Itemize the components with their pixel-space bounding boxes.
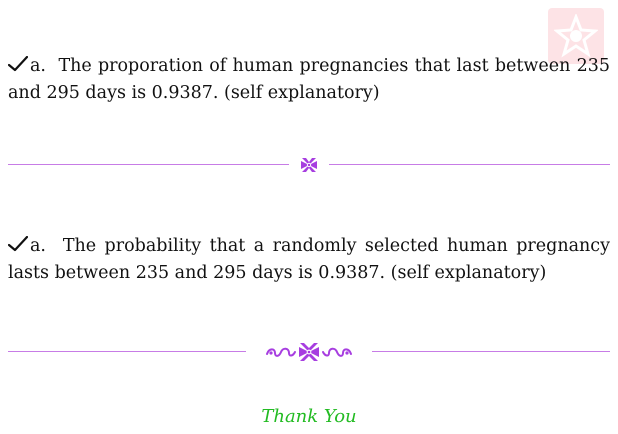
floral-ornament-icon — [301, 158, 317, 172]
answer-paragraph-1: a. The proporation of human pregnancies … — [8, 53, 610, 107]
checkmark-icon — [8, 236, 28, 252]
section-divider — [8, 153, 610, 177]
closing-divider — [8, 340, 610, 364]
answer-paragraph-2: a. The probability that a randomly selec… — [8, 233, 610, 287]
answer-text: The probability that a randomly selected… — [8, 236, 610, 283]
answer-label: a. — [30, 236, 46, 256]
answer-text: The proporation of human pregnancies tha… — [8, 56, 610, 103]
checkmark-icon — [8, 56, 28, 72]
thank-you-text: Thank You — [261, 406, 357, 427]
divider-rule-left — [8, 351, 246, 352]
divider-rule-right — [372, 351, 610, 352]
answer-label: a. — [30, 56, 46, 76]
divider-rule-left — [8, 164, 289, 165]
floral-flourish-icon — [266, 343, 352, 361]
divider-rule-right — [329, 164, 610, 165]
